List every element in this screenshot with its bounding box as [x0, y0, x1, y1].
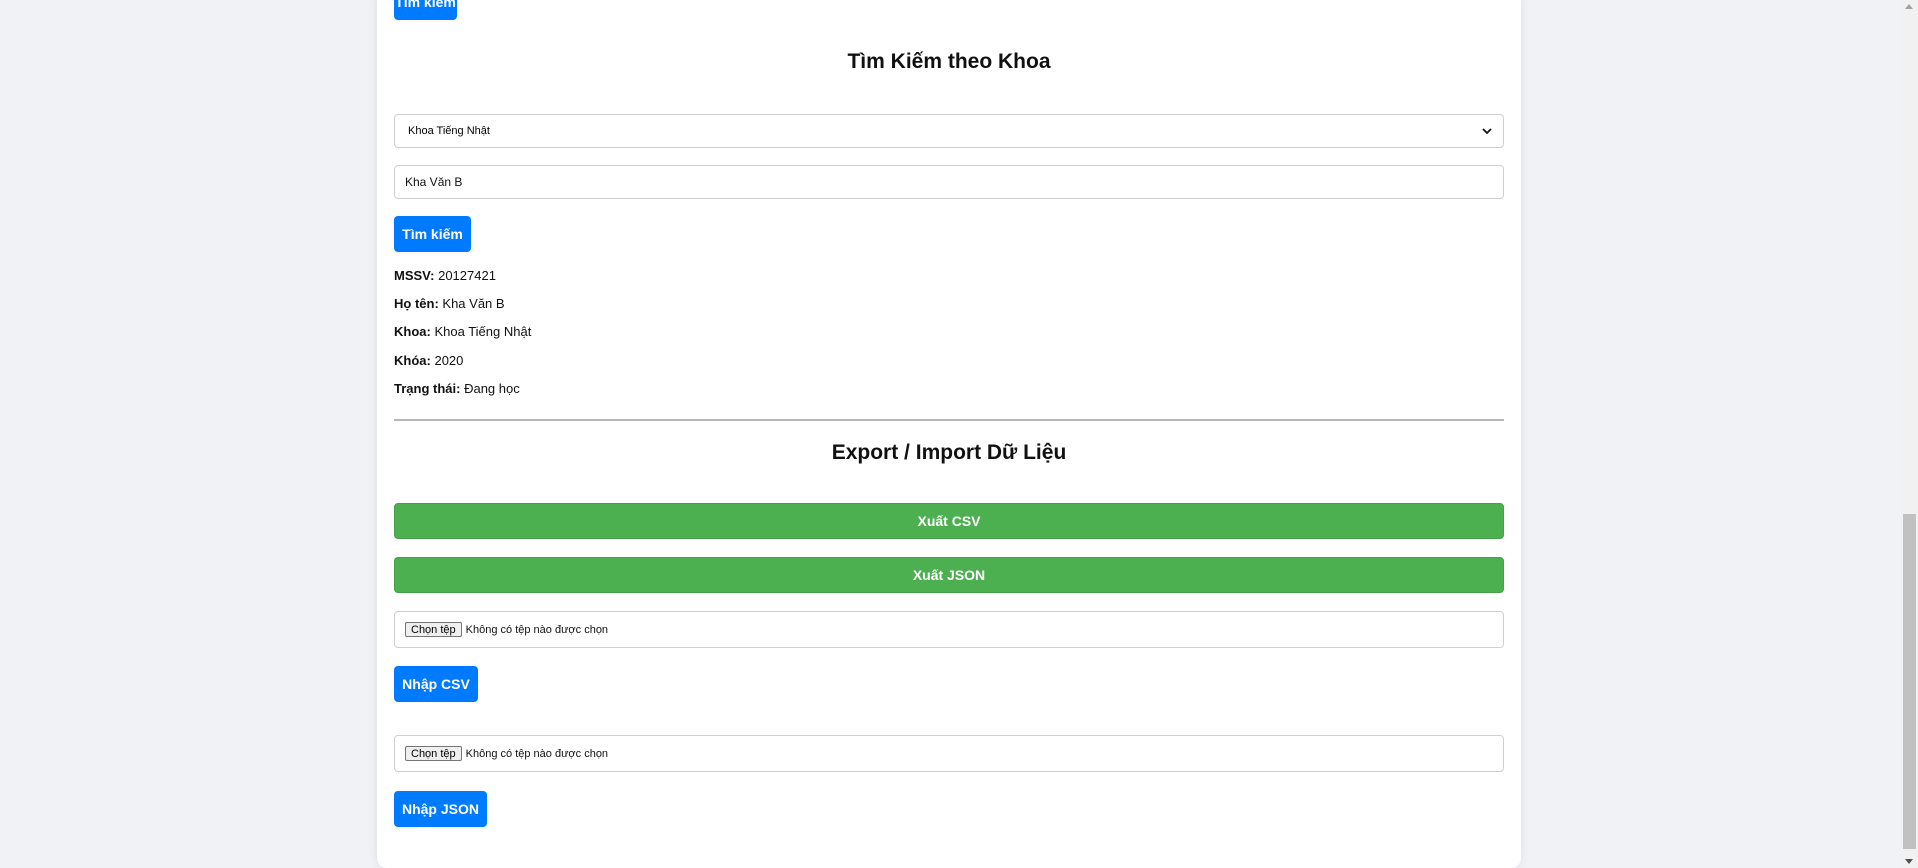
faculty-value: Khoa Tiếng Nhật [434, 324, 532, 339]
import-csv-button[interactable]: Nhập CSV [394, 666, 478, 702]
file-status-text: Không có tệp nào được chọn [465, 623, 609, 636]
name-value: Kha Văn B [442, 296, 505, 311]
chevron-down-icon [1482, 128, 1492, 135]
choose-file-button[interactable]: Chọn tệp [405, 622, 462, 637]
mssv-label: MSSV: [394, 268, 435, 283]
result-faculty: Khoa: Khoa Tiếng Nhật [394, 324, 531, 339]
result-status: Trạng thái: Đang học [394, 381, 520, 396]
section-divider [394, 419, 1504, 421]
status-label: Trạng thái: [394, 381, 461, 396]
course-label: Khóa: [394, 353, 431, 368]
faculty-select[interactable]: Khoa Tiếng Nhật [394, 114, 1504, 148]
import-json-button[interactable]: Nhập JSON [394, 791, 487, 827]
result-name: Họ tên: Kha Văn B [394, 296, 505, 311]
export-csv-button[interactable]: Xuất CSV [394, 503, 1504, 539]
faculty-select-value: Khoa Tiếng Nhật [408, 125, 490, 137]
csv-file-input[interactable]: Chọn tệp Không có tệp nào được chọn [394, 611, 1504, 648]
course-value: 2020 [434, 353, 464, 368]
faculty-search-button[interactable]: Tìm kiếm [394, 216, 471, 252]
file-status-text: Không có tệp nào được chọn [465, 747, 609, 760]
name-label: Họ tên: [394, 296, 439, 311]
export-json-button[interactable]: Xuất JSON [394, 557, 1504, 593]
student-name-input[interactable] [394, 165, 1504, 199]
result-mssv: MSSV: 20127421 [394, 268, 496, 283]
top-search-button[interactable]: Tìm kiếm [394, 0, 457, 20]
vertical-scrollbar[interactable] [1901, 0, 1918, 868]
faculty-label: Khoa: [394, 324, 431, 339]
scrollbar-thumb[interactable] [1903, 514, 1916, 849]
scroll-down-arrow-icon[interactable] [1905, 859, 1913, 864]
mssv-value: 20127421 [438, 268, 496, 283]
choose-file-button[interactable]: Chọn tệp [405, 746, 462, 761]
status-value: Đang học [464, 381, 520, 396]
main-card: Tìm kiếm Tìm Kiếm theo Khoa Khoa Tiếng N… [377, 0, 1521, 868]
json-file-input[interactable]: Chọn tệp Không có tệp nào được chọn [394, 735, 1504, 772]
export-import-heading: Export / Import Dữ Liệu [831, 441, 1067, 464]
scroll-up-arrow-icon[interactable] [1905, 4, 1913, 9]
result-course: Khóa: 2020 [394, 353, 463, 368]
faculty-search-heading: Tìm Kiếm theo Khoa [847, 50, 1051, 73]
